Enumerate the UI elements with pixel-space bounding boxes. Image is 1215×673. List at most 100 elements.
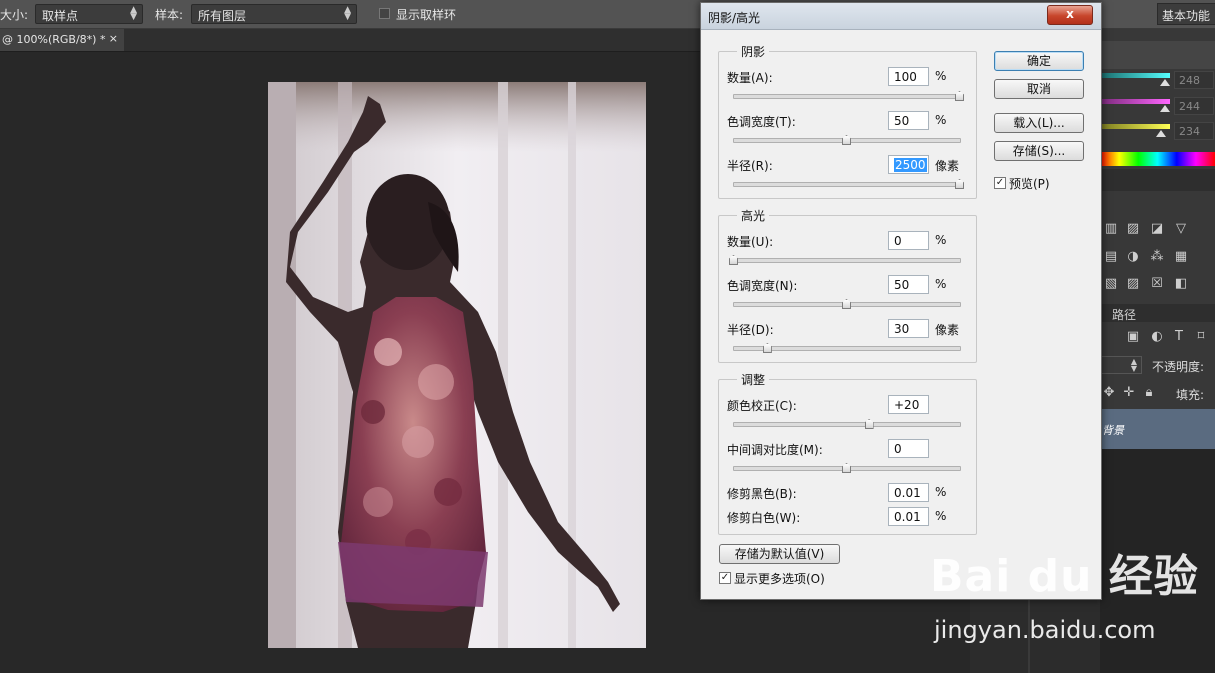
shadows-tonal-slider[interactable]	[733, 135, 961, 145]
slider-thumb[interactable]	[1160, 79, 1170, 86]
show-ring-checkbox[interactable]	[379, 8, 390, 19]
color-value-box[interactable]: 234	[1174, 122, 1214, 140]
cyan-slider[interactable]	[1100, 73, 1170, 78]
percent-unit: %	[935, 509, 947, 523]
posterize-icon[interactable]: ▧	[1102, 276, 1120, 292]
preview-checkbox[interactable]: ✓	[994, 177, 1006, 189]
slider-thumb[interactable]	[842, 135, 851, 145]
yellow-slider[interactable]	[1100, 124, 1170, 129]
close-tab-icon[interactable]: ×	[109, 32, 118, 45]
slider-thumb[interactable]	[842, 463, 851, 473]
midtone-contrast-slider[interactable]	[733, 463, 961, 473]
slider-thumb[interactable]	[842, 299, 851, 309]
cancel-button[interactable]: 取消	[994, 79, 1084, 99]
panel-edge	[1028, 600, 1030, 673]
paths-tab[interactable]: 路径	[1112, 306, 1136, 323]
highlights-tonal-input[interactable]: 50	[888, 275, 929, 294]
pixel-unit: 像素	[935, 323, 960, 337]
gradient-map-icon[interactable]: ☒	[1148, 276, 1166, 292]
image-filter-icon[interactable]: ▣	[1124, 329, 1142, 345]
layers-empty-area	[1100, 449, 1215, 673]
shape-filter-icon[interactable]: ⌑	[1192, 329, 1210, 345]
color-value-box[interactable]: 244	[1174, 97, 1214, 115]
channel-mixer-icon[interactable]: ⁂	[1148, 249, 1166, 265]
document-tab[interactable]: @ 100%(RGB/8*) * ×	[0, 29, 124, 51]
lock-icon[interactable]: 🔒︎	[1140, 385, 1158, 401]
curves-icon[interactable]: ▨	[1124, 221, 1142, 237]
threshold-icon[interactable]: ▨	[1124, 276, 1142, 292]
load-button[interactable]: 载入(L)...	[994, 113, 1084, 133]
color-correction-input[interactable]: +20	[888, 395, 929, 414]
blend-mode-select[interactable]: ▲ ▼	[1100, 356, 1142, 374]
chevron-updown-icon: ▲ ▼	[344, 5, 351, 22]
slider-thumb[interactable]	[955, 179, 964, 189]
more-options-checkbox[interactable]: ✓	[719, 572, 731, 584]
black-clip-input[interactable]: 0.01	[888, 483, 929, 502]
percent-unit: %	[935, 485, 947, 499]
highlights-amount-input[interactable]: 0	[888, 231, 929, 250]
sample-select[interactable]: 所有图层 ▲ ▼	[191, 4, 357, 24]
photo-woman-silhouette	[268, 82, 646, 648]
type-filter-icon[interactable]: T	[1170, 329, 1188, 345]
color-correction-label: 颜色校正(C):	[727, 399, 797, 413]
size-label: 大小:	[0, 8, 29, 22]
adjustment-filter-icon[interactable]: ◐	[1148, 329, 1166, 345]
color-lookup-icon[interactable]: ▦	[1172, 249, 1190, 265]
highlights-radius-input[interactable]: 30	[888, 319, 929, 338]
layers-tab-strip: 路径	[1100, 304, 1215, 322]
shadows-amount-input[interactable]: 100	[888, 67, 929, 86]
size-select-value: 取样点	[42, 9, 79, 23]
slider-thumb[interactable]	[955, 91, 964, 101]
shadows-radius-label: 半径(R):	[727, 159, 773, 173]
fill-label: 填充:	[1176, 388, 1205, 402]
highlights-amount-slider[interactable]	[729, 255, 961, 265]
color-balance-icon[interactable]: ◑	[1124, 249, 1142, 265]
layer-name: 背景	[1102, 424, 1124, 437]
slider-thumb[interactable]	[762, 343, 772, 353]
percent-unit: %	[935, 113, 947, 127]
vibrance-icon[interactable]: ▤	[1102, 249, 1120, 265]
selective-color-icon[interactable]: ◧	[1172, 276, 1190, 292]
opacity-label: 不透明度:	[1152, 360, 1205, 374]
preview-label: 预览(P)	[1009, 177, 1050, 191]
gradient-triangle-icon[interactable]: ▽	[1172, 221, 1190, 237]
layer-row-background[interactable]: 背景	[1100, 409, 1215, 449]
highlights-radius-slider[interactable]	[733, 343, 961, 353]
scrollbar-area	[970, 598, 1100, 673]
shadows-group: 阴影 数量(A): 100 % 色调宽度(T): 50 % 半径(R): 250…	[718, 43, 977, 199]
highlights-tonal-slider[interactable]	[733, 299, 961, 309]
slider-thumb[interactable]	[864, 419, 874, 429]
shadows-amount-slider[interactable]	[733, 91, 964, 101]
close-icon[interactable]: x	[1047, 5, 1093, 25]
show-ring-label: 显示取样环	[396, 8, 457, 22]
shadows-tonal-input[interactable]: 50	[888, 111, 929, 130]
slider-thumb[interactable]	[1156, 130, 1166, 137]
ok-button[interactable]: 确定	[994, 51, 1084, 71]
color-correction-slider[interactable]	[733, 419, 961, 429]
highlights-amount-label: 数量(U):	[727, 235, 774, 249]
save-button[interactable]: 存储(S)...	[994, 141, 1084, 161]
white-clip-input[interactable]: 0.01	[888, 507, 929, 526]
move-icon[interactable]: ✛	[1120, 385, 1138, 401]
slider-thumb[interactable]	[729, 255, 738, 265]
document-image[interactable]	[268, 82, 646, 648]
highlights-group: 高光 数量(U): 0 % 色调宽度(N): 50 % 半径(D): 30 像素	[718, 207, 977, 363]
more-options-label: 显示更多选项(O)	[734, 572, 825, 586]
color-ramp[interactable]	[1100, 152, 1215, 166]
save-default-button[interactable]: 存储为默认值(V)	[719, 544, 840, 564]
shadows-radius-slider[interactable]	[733, 179, 964, 189]
shadows-amount-label: 数量(A):	[727, 71, 773, 85]
exposure-icon[interactable]: ◪	[1148, 221, 1166, 237]
dialog-titlebar[interactable]: 阴影/高光 x	[701, 3, 1101, 30]
color-value-box[interactable]: 248	[1174, 71, 1214, 89]
workspace-button[interactable]: 基本功能	[1157, 3, 1215, 25]
shadows-tonal-label: 色调宽度(T):	[727, 115, 796, 129]
levels-icon[interactable]: ▥	[1102, 221, 1120, 237]
lock-position-icon[interactable]: ✥	[1100, 385, 1118, 401]
size-select[interactable]: 取样点 ▲ ▼	[35, 4, 143, 24]
midtone-contrast-input[interactable]: 0	[888, 439, 929, 458]
shadows-radius-input[interactable]: 2500	[888, 155, 929, 174]
percent-unit: %	[935, 277, 947, 291]
magenta-slider[interactable]	[1100, 99, 1170, 104]
slider-thumb[interactable]	[1160, 105, 1170, 112]
